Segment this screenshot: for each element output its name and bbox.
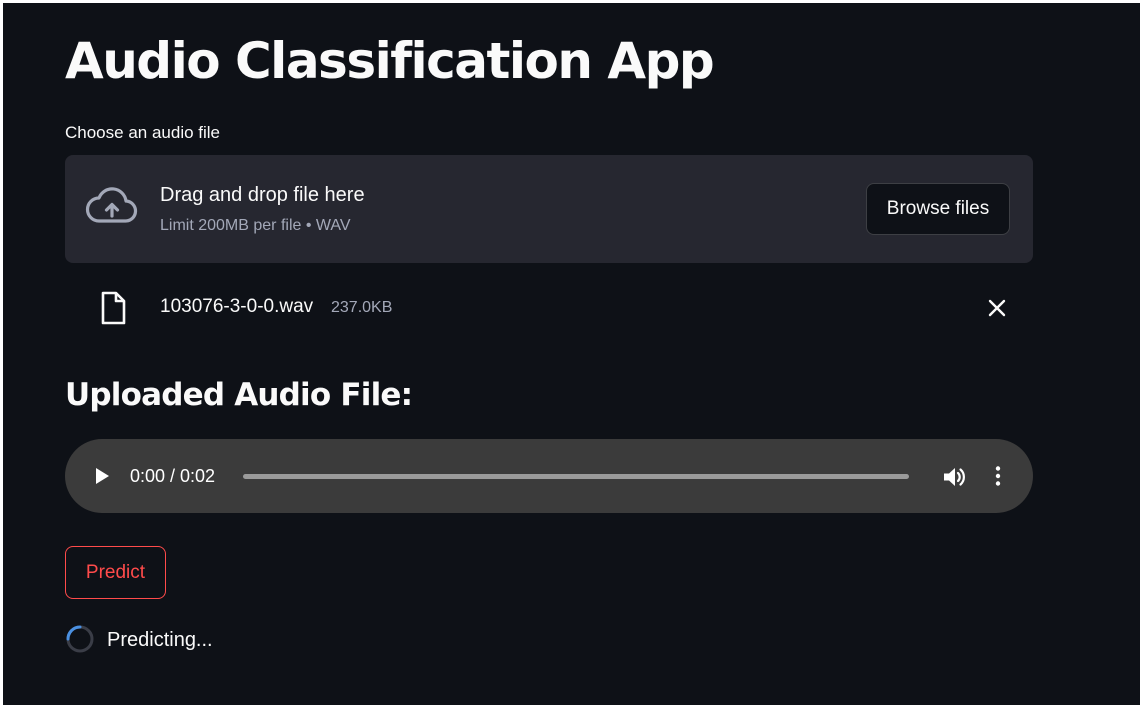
dropzone-limit-text: Limit 200MB per file • WAV (160, 217, 351, 234)
file-uploader-label: Choose an audio file (65, 123, 221, 142)
play-icon[interactable] (91, 465, 113, 487)
cloud-upload-icon (85, 187, 138, 223)
volume-icon[interactable] (941, 464, 967, 490)
audio-time-display: 0:00 / 0:02 (130, 466, 216, 486)
uploaded-file-item: 103076-3-0-0.wav 237.0KB (65, 285, 1033, 331)
dropzone-title: Drag and drop file here (160, 184, 365, 206)
predict-button[interactable]: Predict (65, 546, 166, 599)
app-window: Audio Classification App Choose an audio… (3, 3, 1140, 705)
page-title: Audio Classification App (65, 32, 715, 90)
more-vertical-icon[interactable] (987, 465, 1009, 487)
spinner-icon (66, 625, 94, 653)
uploaded-audio-heading: Uploaded Audio File: (65, 377, 413, 413)
file-icon (101, 291, 126, 325)
predicting-status-text: Predicting... (107, 629, 213, 651)
file-dropzone[interactable]: Drag and drop file here Limit 200MB per … (65, 155, 1033, 263)
audio-player[interactable]: 0:00 / 0:02 (65, 439, 1033, 513)
uploaded-file-name: 103076-3-0-0.wav (160, 296, 314, 317)
uploaded-file-size: 237.0KB (331, 299, 393, 316)
browse-files-button[interactable]: Browse files (866, 183, 1010, 235)
close-icon[interactable] (985, 296, 1009, 320)
audio-seek-bar[interactable] (243, 474, 909, 479)
